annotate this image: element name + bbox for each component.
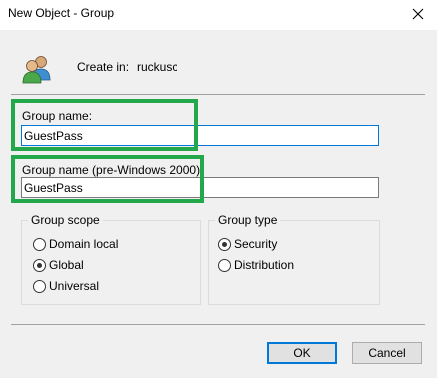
bottom-separator <box>11 324 425 325</box>
group-name-input[interactable] <box>21 125 379 146</box>
ok-button[interactable]: OK <box>267 342 337 364</box>
create-in-label: Create in: <box>77 60 130 74</box>
radio-distribution-circle[interactable] <box>218 258 231 272</box>
radio-universal-label: Universal <box>49 279 100 293</box>
window-title: New Object - Group <box>8 6 115 20</box>
top-separator <box>11 94 425 95</box>
close-icon <box>412 8 424 20</box>
group-users-icon <box>20 54 54 84</box>
radio-distribution[interactable]: Distribution <box>218 258 294 272</box>
group-type-legend: Group type <box>215 213 281 227</box>
radio-security-label: Security <box>234 237 278 251</box>
radio-universal-circle[interactable] <box>33 279 46 293</box>
group-name-label: Group name: <box>22 109 93 123</box>
close-button[interactable] <box>400 0 437 30</box>
radio-domain-local-circle[interactable] <box>33 237 46 251</box>
group-name-pre2000-label: Group name (pre-Windows 2000): <box>22 163 204 177</box>
create-in-value: ruckusc <box>137 60 177 74</box>
title-bar[interactable]: New Object - Group <box>0 0 437 30</box>
group-name-pre2000-input[interactable] <box>21 177 379 198</box>
radio-domain-local[interactable]: Domain local <box>33 237 118 251</box>
dialog-body <box>0 30 437 378</box>
radio-global-circle[interactable] <box>33 258 46 272</box>
radio-domain-local-label: Domain local <box>49 237 119 251</box>
radio-distribution-label: Distribution <box>234 258 295 272</box>
radio-global[interactable]: Global <box>33 258 84 272</box>
radio-universal[interactable]: Universal <box>33 279 99 293</box>
radio-security[interactable]: Security <box>218 237 277 251</box>
radio-global-label: Global <box>49 258 84 272</box>
cancel-button[interactable]: Cancel <box>352 342 422 364</box>
radio-security-circle[interactable] <box>218 237 231 251</box>
group-scope-legend: Group scope <box>28 213 103 227</box>
new-object-group-dialog: New Object - Group Create in: ruckusc Gr… <box>0 0 437 378</box>
